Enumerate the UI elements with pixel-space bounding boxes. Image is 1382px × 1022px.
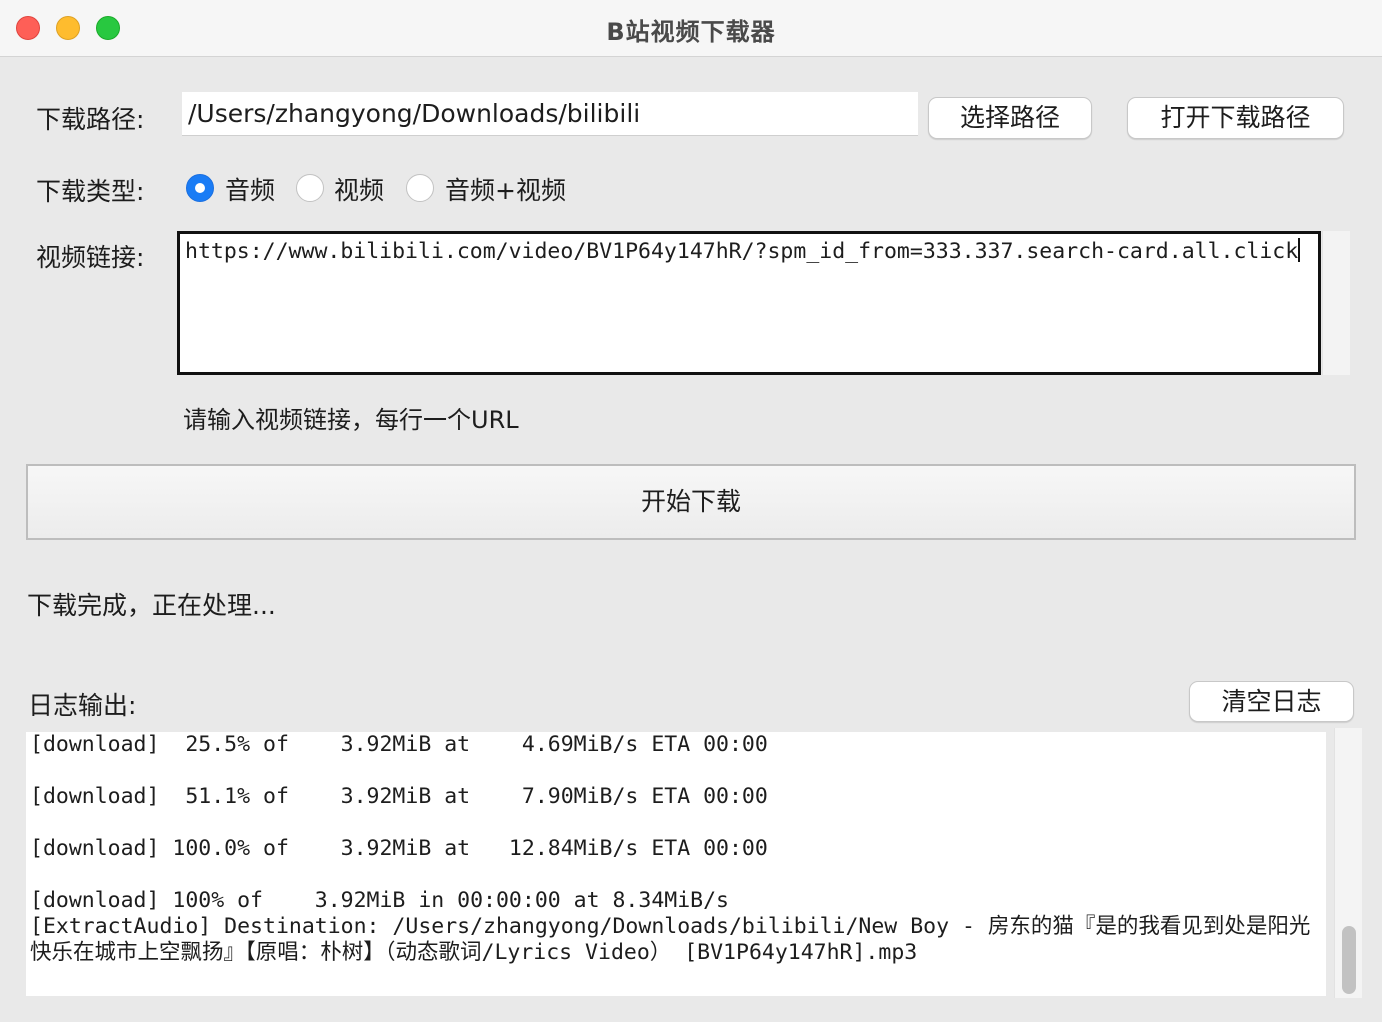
download-path-label: 下载路径: — [36, 105, 145, 134]
start-download-button[interactable]: 开始下载 — [26, 464, 1356, 540]
radio-audio-video[interactable] — [406, 174, 434, 202]
video-link-textarea[interactable]: https://www.bilibili.com/video/BV1P64y14… — [177, 231, 1321, 375]
window-title: B站视频下载器 — [606, 18, 776, 46]
radio-video[interactable] — [296, 174, 324, 202]
radio-audio-label[interactable]: 音频 — [225, 171, 275, 207]
log-scrollbar-thumb[interactable] — [1342, 926, 1356, 994]
log-line: ​ — [30, 862, 1322, 888]
title-bar: B站视频下载器 — [0, 0, 1382, 57]
download-type-label: 下载类型: — [36, 177, 145, 206]
radio-audio-video-label[interactable]: 音频+视频 — [445, 171, 566, 207]
log-scrollbar[interactable] — [1334, 728, 1362, 998]
log-output-label: 日志输出: — [28, 691, 137, 720]
video-link-hint: 请输入视频链接，每行一个URL — [183, 406, 519, 434]
video-link-scrollbar[interactable] — [1322, 231, 1350, 375]
video-link-label: 视频链接: — [36, 243, 145, 272]
log-line: [ExtractAudio] Destination: /Users/zhang… — [30, 914, 1324, 965]
radio-video-label[interactable]: 视频 — [334, 171, 384, 207]
log-line: [download] 25.5% of 3.92MiB at 4.69MiB/s… — [30, 732, 768, 757]
open-download-path-button[interactable]: 打开下载路径 — [1127, 97, 1344, 139]
clear-log-button[interactable]: 清空日志 — [1189, 681, 1354, 722]
log-line: [download] 100.0% of 3.92MiB at 12.84MiB… — [30, 836, 768, 861]
radio-audio[interactable] — [186, 174, 214, 202]
log-line: ​ — [30, 810, 1322, 836]
log-line: ​ — [30, 758, 1322, 784]
log-output[interactable]: [download] 25.5% of 3.92MiB at 4.69MiB/s… — [26, 732, 1326, 996]
text-caret — [1298, 238, 1301, 262]
log-line: [download] 100% of 3.92MiB in 00:00:00 a… — [30, 888, 729, 913]
log-line: [download] 51.1% of 3.92MiB at 7.90MiB/s… — [30, 784, 768, 809]
download-path-input[interactable] — [182, 92, 918, 136]
choose-path-button[interactable]: 选择路径 — [928, 97, 1092, 139]
video-link-text: https://www.bilibili.com/video/BV1P64y14… — [185, 239, 1299, 264]
status-text: 下载完成，正在处理... — [27, 591, 276, 620]
